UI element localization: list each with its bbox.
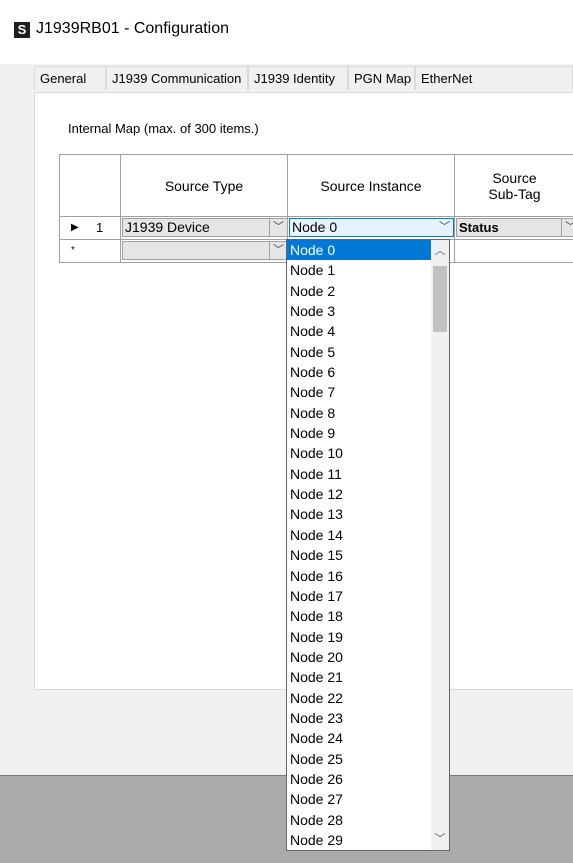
dropdown-option[interactable]: Node 12 xyxy=(287,484,431,504)
dropdown-option[interactable]: Node 3 xyxy=(287,301,431,321)
dropdown-option[interactable]: Node 17 xyxy=(287,586,431,606)
dropdown-options: Node 0 Node 1 Node 2 Node 3 Node 4 Node 5 Node… xyxy=(287,240,431,850)
row-number: 1 xyxy=(96,220,104,235)
dropdown-option[interactable]: Node 27 xyxy=(287,789,431,809)
source-subtag-value: Status xyxy=(459,220,499,235)
chevron-down-icon[interactable]: ﹀ xyxy=(561,219,573,236)
tab-general[interactable]: General xyxy=(34,66,106,90)
chevron-down-icon[interactable]: ﹀ xyxy=(269,242,287,259)
dropdown-option[interactable]: Node 5 xyxy=(287,342,431,362)
source-instance-value: Node 0 xyxy=(292,219,338,235)
internal-map-label: Internal Map (max. of 300 items.) xyxy=(68,121,259,136)
scrollbar-thumb[interactable] xyxy=(433,266,447,332)
title-bar[interactable]: S J1939RB01 - Configuration xyxy=(0,0,573,64)
dropdown-option[interactable]: Node 14 xyxy=(287,525,431,545)
source-subtag-combo[interactable]: Status ﹀ xyxy=(456,218,573,237)
dropdown-option[interactable]: Node 11 xyxy=(287,464,431,484)
vertical-scrollbar[interactable]: ︿ ﹀ xyxy=(431,240,449,850)
dropdown-option[interactable]: Node 18 xyxy=(287,606,431,626)
tab-j1939-communication[interactable]: J1939 Communication xyxy=(106,66,248,90)
source-type-combo[interactable]: J1939 Device ﹀ xyxy=(122,218,288,237)
dropdown-option[interactable]: Node 7 xyxy=(287,382,431,402)
table-row[interactable]: ▶ 1 J1939 Device ﹀ Node 0 ﹀ Status xyxy=(60,217,573,240)
chevron-down-icon[interactable]: ﹀ xyxy=(431,830,449,848)
dropdown-option[interactable]: Node 20 xyxy=(287,647,431,667)
new-row-marker-icon: * xyxy=(71,245,75,256)
window-title: J1939RB01 - Configuration xyxy=(36,20,230,37)
source-subtag-cell[interactable]: Status ﹀ xyxy=(455,217,573,239)
chevron-up-icon[interactable]: ︿ xyxy=(431,242,449,260)
dropdown-option[interactable]: Node 19 xyxy=(287,627,431,647)
source-subtag-cell[interactable] xyxy=(455,240,573,262)
source-type-value: J1939 Device xyxy=(125,219,210,235)
dropdown-option[interactable]: Node 4 xyxy=(287,321,431,341)
dropdown-option[interactable]: Node 6 xyxy=(287,362,431,382)
source-instance-cell[interactable]: Node 0 ﹀ xyxy=(288,217,455,239)
source-type-cell[interactable]: J1939 Device ﹀ xyxy=(121,217,288,239)
column-header-source-instance[interactable]: Source Instance xyxy=(288,155,455,216)
dropdown-option[interactable]: Node 21 xyxy=(287,667,431,687)
dropdown-option[interactable]: Node 2 xyxy=(287,281,431,301)
row-header[interactable]: * xyxy=(60,240,121,262)
source-type-cell[interactable]: ﹀ xyxy=(121,240,288,262)
source-instance-dropdown-list[interactable]: Node 0 Node 1 Node 2 Node 3 Node 4 Node 5 Node… xyxy=(286,239,450,851)
dropdown-option[interactable]: Node 0 xyxy=(287,240,431,261)
dropdown-option[interactable]: Node 28 xyxy=(287,810,431,830)
row-header[interactable]: ▶ 1 xyxy=(60,217,121,239)
dropdown-option[interactable]: Node 10 xyxy=(287,443,431,463)
source-instance-combo[interactable]: Node 0 ﹀ xyxy=(289,218,454,237)
dropdown-option[interactable]: Node 9 xyxy=(287,423,431,443)
dropdown-option[interactable]: Node 26 xyxy=(287,769,431,789)
app-icon: S xyxy=(14,22,30,38)
grid-header-row: Source Type Source Instance Source Sub-T… xyxy=(60,155,573,217)
dropdown-option[interactable]: Node 1 xyxy=(287,260,431,280)
chevron-down-icon[interactable]: ﹀ xyxy=(269,219,287,236)
dropdown-option[interactable]: Node 15 xyxy=(287,545,431,565)
dropdown-option[interactable]: Node 25 xyxy=(287,749,431,769)
dropdown-option[interactable]: Node 22 xyxy=(287,688,431,708)
dropdown-option[interactable]: Node 16 xyxy=(287,566,431,586)
tab-pgn-map[interactable]: PGN Map xyxy=(348,66,415,90)
column-header-source-subtag[interactable]: Source Sub-Tag xyxy=(455,155,573,216)
current-row-marker-icon: ▶ xyxy=(71,222,79,233)
dropdown-option[interactable]: Node 13 xyxy=(287,504,431,524)
tab-j1939-identity[interactable]: J1939 Identity xyxy=(248,66,348,90)
dropdown-option[interactable]: Node 24 xyxy=(287,728,431,748)
dropdown-option[interactable]: Node 23 xyxy=(287,708,431,728)
column-header-source-type[interactable]: Source Type xyxy=(121,155,288,216)
source-type-combo[interactable]: ﹀ xyxy=(122,241,288,260)
chevron-down-icon[interactable]: ﹀ xyxy=(436,219,453,236)
dropdown-option[interactable]: Node 29 xyxy=(287,830,431,850)
dropdown-option[interactable]: Node 8 xyxy=(287,403,431,423)
tab-ethernet[interactable]: EtherNet xyxy=(415,66,573,90)
grid-corner-header xyxy=(60,155,121,216)
